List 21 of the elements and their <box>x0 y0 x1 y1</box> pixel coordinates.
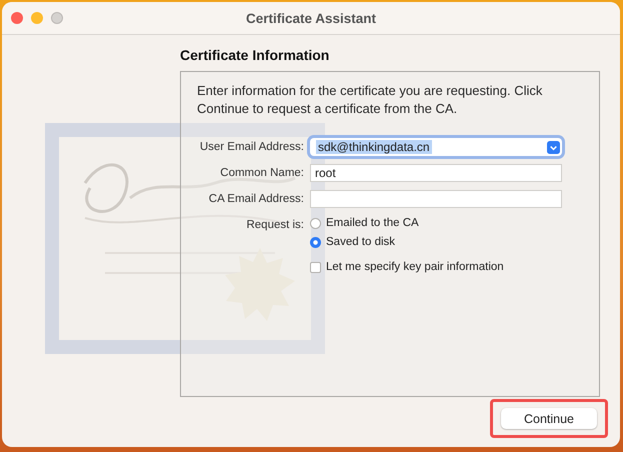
radio-option[interactable]: Emailed to the CA <box>310 216 562 230</box>
zoom-button[interactable] <box>51 12 63 24</box>
description-text: Enter information for the certificate you are requesting. Click Continue to request a certificate from the CA. <box>197 82 544 118</box>
checkbox[interactable] <box>310 262 321 272</box>
radio-label: Emailed to the CA <box>326 216 419 230</box>
field-label: Common Name: <box>219 166 304 181</box>
field-label: User Email Address: <box>198 140 304 155</box>
close-button[interactable] <box>11 12 23 24</box>
section-heading: Certificate Information <box>180 47 330 65</box>
window-title: Certificate Assistant <box>246 10 376 26</box>
minimize-button[interactable] <box>31 12 43 24</box>
email-popup[interactable]: sdk@thinkingdata.cn <box>310 138 562 156</box>
input-field[interactable]: root <box>310 164 562 182</box>
chevron-icon <box>547 140 560 154</box>
continue-button[interactable]: Continue <box>501 408 597 429</box>
field-label: CA Email Address: <box>208 192 304 207</box>
radio-label: Saved to disk <box>326 235 396 249</box>
radio-option[interactable]: Saved to disk <box>310 235 562 249</box>
field-label: Request is: <box>245 218 304 233</box>
input-field[interactable] <box>310 190 562 208</box>
checkbox-label: Let me specify key pair information <box>326 260 504 274</box>
